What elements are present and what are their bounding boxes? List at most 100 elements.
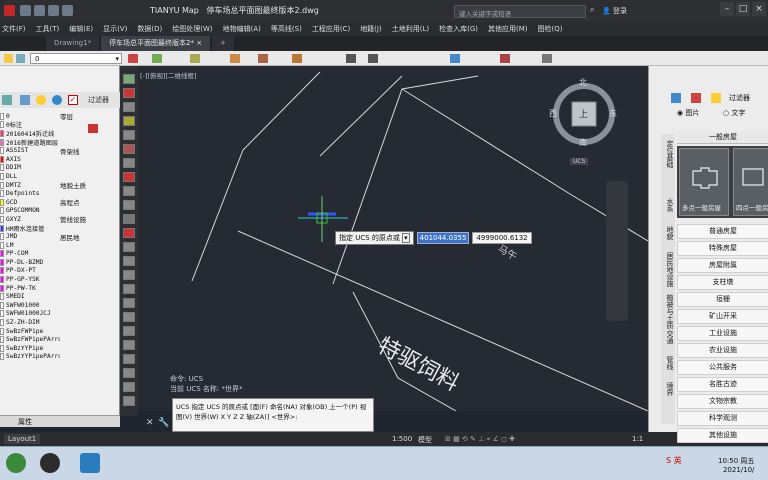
category-item[interactable]: 工业设施 bbox=[677, 326, 768, 341]
menu-feature-edit[interactable]: 地物编辑(A) bbox=[223, 22, 261, 36]
layer-color-swatch[interactable] bbox=[0, 181, 4, 189]
category-item[interactable]: 支柱墩 bbox=[677, 275, 768, 290]
layer-color-swatch[interactable] bbox=[0, 198, 4, 206]
menu-check[interactable]: 检查入库(G) bbox=[439, 22, 478, 36]
layer-color-swatch[interactable] bbox=[0, 138, 4, 146]
layer-row[interactable]: PP-PW-TK bbox=[0, 284, 120, 293]
draw-tool-icon[interactable] bbox=[123, 354, 135, 364]
layer-row[interactable]: SwBzYYPipePArrow bbox=[0, 353, 120, 362]
layer-color-swatch[interactable] bbox=[0, 112, 4, 120]
app-icon[interactable] bbox=[80, 453, 100, 473]
category-item[interactable]: 房屋附属 bbox=[677, 258, 768, 273]
layer-color-swatch[interactable] bbox=[0, 207, 4, 215]
app-icon[interactable] bbox=[40, 453, 60, 473]
tab-parking-plan[interactable]: 停车场总平面图最终版本2* × bbox=[101, 36, 211, 51]
tab-drawing1[interactable]: Drawing1* bbox=[46, 36, 100, 51]
redo-icon[interactable] bbox=[62, 5, 73, 16]
command-line[interactable]: UCS 指定 UCS 的原点或 [面(F) 命名(NA) 对象(OB) 上一个(… bbox=[172, 398, 374, 432]
menu-tools[interactable]: 工具(T) bbox=[36, 22, 60, 36]
close-icon[interactable]: × bbox=[752, 2, 766, 16]
wand-icon[interactable] bbox=[711, 93, 721, 103]
layer-row[interactable]: SwBzFWPipe bbox=[0, 327, 120, 336]
category-item[interactable]: 特殊房屋 bbox=[677, 241, 768, 256]
layer-row[interactable]: 0 零层 bbox=[0, 112, 120, 121]
menu-engineering[interactable]: 工程应用(C) bbox=[312, 22, 350, 36]
model-button[interactable]: 模型 bbox=[418, 435, 432, 445]
layer-tool-icon[interactable] bbox=[542, 54, 552, 63]
category-item[interactable]: 农业设施 bbox=[677, 343, 768, 358]
layer-color-swatch[interactable] bbox=[0, 215, 4, 223]
check-icon[interactable]: ✓ bbox=[68, 95, 78, 105]
compass-south[interactable]: 南 bbox=[579, 137, 587, 148]
radio-text[interactable]: ○ 文字 bbox=[723, 108, 745, 118]
layer-row[interactable]: DDIM bbox=[0, 164, 120, 173]
compass-north[interactable]: 北 bbox=[579, 77, 587, 88]
draw-tool-icon[interactable] bbox=[123, 256, 135, 266]
layer-color-swatch[interactable] bbox=[0, 190, 4, 198]
layer-color-swatch[interactable] bbox=[0, 293, 4, 301]
vtab-residential[interactable]: 居民地设施 bbox=[661, 252, 675, 287]
clock[interactable]: 10:50 周五 2021/10/ bbox=[718, 457, 754, 475]
category-item[interactable]: 科学观测 bbox=[677, 411, 768, 426]
arrow-left-icon[interactable] bbox=[346, 54, 356, 63]
drawing-canvas[interactable]: [-][俯视][二维线框] 上 北 南 东 西 UCS 特驱饲料 马午 指定 U… bbox=[138, 66, 648, 411]
search-icon[interactable]: ⌕ bbox=[590, 5, 594, 15]
layer-row[interactable]: PP-GP-YSK bbox=[0, 275, 120, 284]
vtab-traffic[interactable]: 交通 bbox=[661, 330, 675, 344]
draw-tool-icon[interactable] bbox=[123, 312, 135, 322]
wrench-icon[interactable]: 🔧 bbox=[158, 418, 169, 428]
draw-tool-icon[interactable] bbox=[123, 368, 135, 378]
category-item[interactable]: 名胜古迹 bbox=[677, 377, 768, 392]
vtab-water[interactable]: 水系 bbox=[661, 198, 675, 212]
locate-icon[interactable] bbox=[671, 93, 681, 103]
menu-map-check[interactable]: 图检(Q) bbox=[538, 22, 563, 36]
layer-tool-icon[interactable] bbox=[450, 54, 460, 63]
open-icon[interactable] bbox=[20, 5, 31, 16]
vtab-vegetation[interactable]: 植被与土质 bbox=[661, 294, 675, 329]
layer-color-swatch[interactable] bbox=[0, 164, 4, 172]
draw-tool-icon[interactable] bbox=[123, 158, 135, 168]
category-item[interactable]: 公共服务 bbox=[677, 360, 768, 375]
category-item[interactable]: 垣栅 bbox=[677, 292, 768, 307]
draw-tool-icon[interactable] bbox=[123, 284, 135, 294]
minimize-icon[interactable]: – bbox=[720, 2, 734, 16]
options-icon[interactable]: ▾ bbox=[402, 233, 410, 243]
layer-color-swatch[interactable] bbox=[0, 344, 4, 352]
draw-tool-icon[interactable] bbox=[123, 74, 135, 84]
layer-color-swatch[interactable] bbox=[0, 155, 4, 163]
pin-icon[interactable] bbox=[691, 93, 701, 103]
draw-tool-icon[interactable] bbox=[123, 396, 135, 406]
layer-tool-icon[interactable] bbox=[258, 54, 268, 63]
layer-row[interactable]: AXIS bbox=[0, 155, 120, 164]
menu-landuse[interactable]: 土地利用(L) bbox=[392, 22, 429, 36]
layer-color-swatch[interactable] bbox=[0, 353, 4, 361]
vtab-terrain[interactable]: 地貌 bbox=[661, 226, 675, 240]
layer-row[interactable]: PP-DL-BZMD bbox=[0, 258, 120, 267]
draw-tool-icon[interactable] bbox=[123, 298, 135, 308]
draw-tool-icon[interactable] bbox=[123, 214, 135, 224]
layer-row[interactable]: GCD 高程点 bbox=[0, 198, 120, 207]
radio-image[interactable]: ◉ 图片 bbox=[677, 108, 699, 118]
draw-tool-icon[interactable] bbox=[123, 102, 135, 112]
draw-tool-icon[interactable] bbox=[123, 382, 135, 392]
login-button[interactable]: 👤 登录 bbox=[602, 6, 627, 16]
close-command-icon[interactable]: ✕ bbox=[146, 418, 154, 428]
menu-cadastre[interactable]: 地籍(J) bbox=[360, 22, 382, 36]
layer-tool-icon[interactable] bbox=[292, 54, 302, 63]
layer-color-swatch[interactable] bbox=[0, 267, 4, 275]
tab-layout1[interactable]: Layout1 bbox=[4, 434, 41, 444]
menu-view[interactable]: 显示(V) bbox=[103, 22, 127, 36]
properties-tab[interactable]: 属性 bbox=[0, 415, 120, 427]
draw-tool-icon[interactable] bbox=[123, 228, 135, 238]
ucs-menu[interactable]: UCS bbox=[570, 158, 589, 165]
draw-tool-icon[interactable] bbox=[123, 130, 135, 140]
undo-icon[interactable] bbox=[48, 5, 59, 16]
layer-row[interactable]: DMTZ 地貌土质 bbox=[0, 181, 120, 190]
layer-color-swatch[interactable] bbox=[0, 224, 4, 232]
layer-row[interactable]: SwBzFWPipePArrow bbox=[0, 335, 120, 344]
layer-color-swatch[interactable] bbox=[0, 241, 4, 249]
viewcube-top-label[interactable]: 上 bbox=[579, 107, 588, 120]
layer-color-swatch[interactable] bbox=[0, 310, 4, 318]
globe-icon[interactable] bbox=[52, 95, 62, 105]
layer-row[interactable]: SWFW01000 bbox=[0, 301, 120, 310]
